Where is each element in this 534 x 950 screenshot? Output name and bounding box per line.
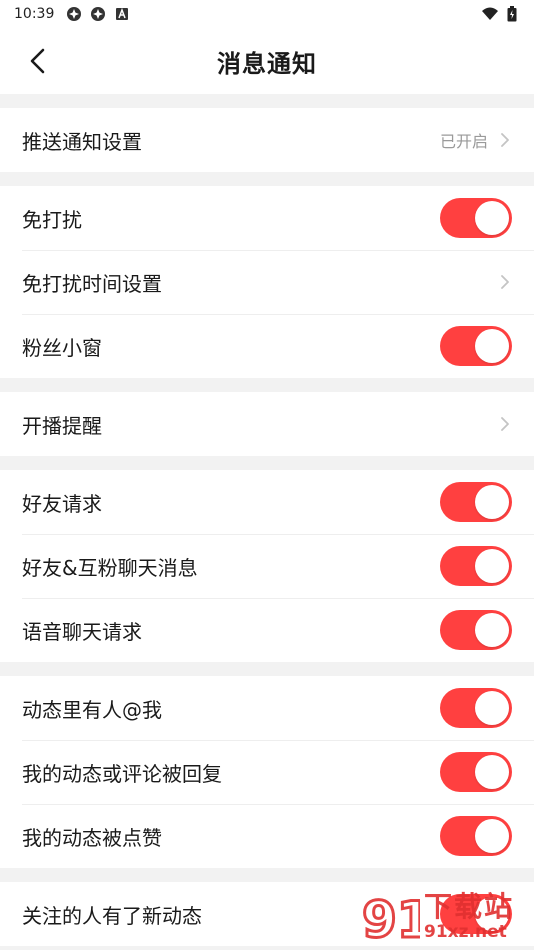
chevron-right-icon [500,131,512,149]
chevron-right-icon [500,273,512,291]
wifi-icon [482,6,498,22]
settings-row[interactable]: 免打扰时间设置 [0,250,534,314]
group-spacer [0,172,534,186]
back-button[interactable] [22,46,52,76]
chevron-left-icon [30,48,45,74]
toggle-switch[interactable] [440,546,512,586]
toggle-switch[interactable] [440,816,512,856]
watermark-url: 91xz.net [424,922,507,942]
watermark-text: 下载站 [424,890,515,923]
settings-row: 好友&互粉聊天消息 [0,534,534,598]
settings-row-label: 动态里有人@我 [22,697,162,722]
toggle-knob [475,819,509,853]
status-system-icons [482,6,520,22]
settings-row-label: 推送通知设置 [22,129,142,154]
status-time: 10:39 [14,6,55,22]
settings-row-label: 免打扰 [22,207,82,232]
a-notification-icon [114,6,130,22]
settings-row-label: 粉丝小窗 [22,335,102,360]
settings-group: 好友请求好友&互粉聊天消息 语音聊天请求 [0,470,534,662]
toggle-knob [475,201,509,235]
group-spacer [0,662,534,676]
watermark-logo: 91 [361,890,421,948]
settings-row-label: 我的动态被点赞 [22,825,162,850]
group-spacer [0,94,534,108]
svg-text:91: 91 [362,891,420,947]
group-spacer [0,378,534,392]
settings-group: 动态里有人@我我的动态或评论被回复 我的动态被点赞 [0,676,534,868]
toggle-knob [475,485,509,519]
toggle-switch[interactable] [440,752,512,792]
status-notification-icons [66,6,130,22]
app-notification-icon [90,6,106,22]
group-spacer [0,868,534,882]
settings-row: 动态里有人@我 [0,676,534,740]
toggle-switch[interactable] [440,198,512,238]
settings-group: 免打扰免打扰时间设置 粉丝小窗 [0,186,534,378]
settings-list: 推送通知设置 已开启免打扰免打扰时间设置 粉丝小窗开播提醒好友请求好友&互粉聊天消息… [0,94,534,946]
status-bar: 10:39 [0,0,534,28]
settings-group: 开播提醒 [0,392,534,456]
settings-row: 免打扰 [0,186,534,250]
settings-row-label: 我的动态或评论被回复 [22,761,222,786]
settings-row: 好友请求 [0,470,534,534]
app-notification-icon [66,6,82,22]
page-title: 消息通知 [217,49,317,78]
nav-bar: 消息通知 [0,28,534,94]
settings-row: 我的动态或评论被回复 [0,740,534,804]
settings-row-label: 免打扰时间设置 [22,271,162,296]
settings-row-value: 已开启 [439,132,488,151]
toggle-knob [475,329,509,363]
watermark: 91 下载站 91xz.net [360,886,530,948]
settings-row: 粉丝小窗 [0,314,534,378]
settings-row[interactable]: 推送通知设置 已开启 [0,108,534,172]
settings-row-label: 好友&互粉聊天消息 [22,555,198,580]
settings-row: 我的动态被点赞 [0,804,534,868]
group-spacer [0,456,534,470]
chevron-right-icon [500,415,512,433]
settings-row-label: 语音聊天请求 [22,619,142,644]
toggle-switch[interactable] [440,688,512,728]
settings-row-label: 关注的人有了新动态 [22,903,202,928]
toggle-switch[interactable] [440,326,512,366]
settings-row: 语音聊天请求 [0,598,534,662]
settings-row-label: 好友请求 [22,491,102,516]
toggle-switch[interactable] [440,482,512,522]
battery-icon [504,6,520,22]
toggle-switch[interactable] [440,610,512,650]
toggle-knob [475,691,509,725]
settings-row[interactable]: 开播提醒 [0,392,534,456]
settings-row-label: 开播提醒 [22,413,102,438]
settings-group: 推送通知设置 已开启 [0,108,534,172]
toggle-knob [475,613,509,647]
toggle-knob [475,549,509,583]
toggle-knob [475,755,509,789]
